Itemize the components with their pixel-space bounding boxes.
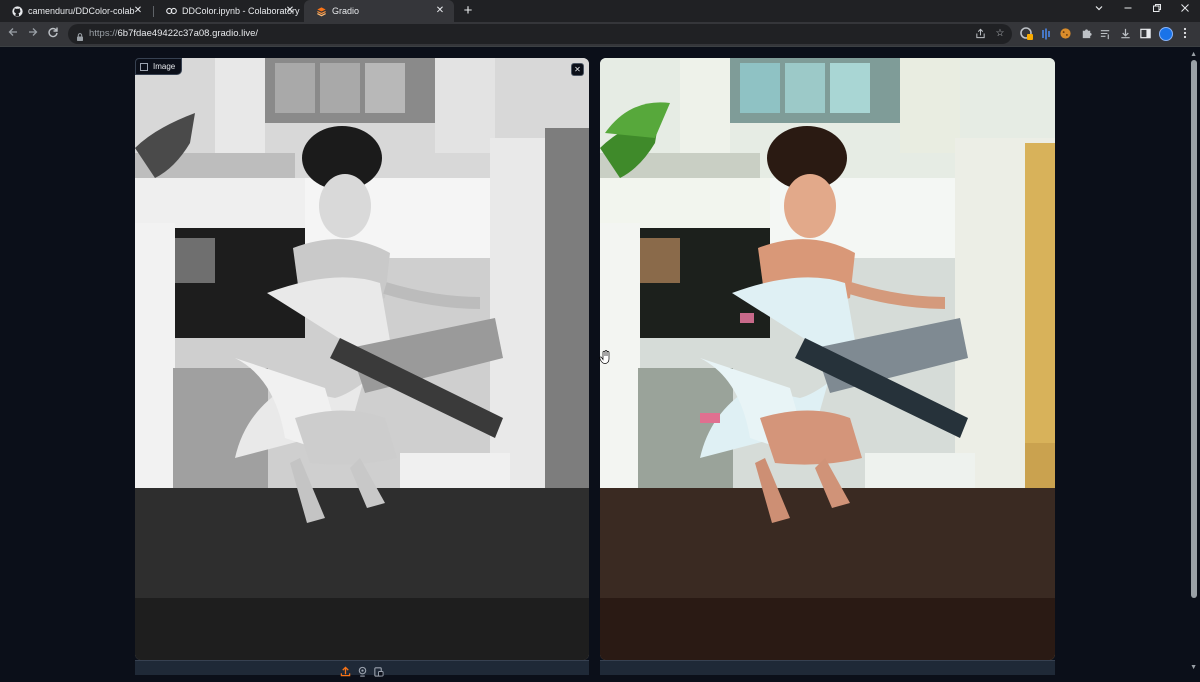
lock-icon[interactable] (75, 29, 85, 41)
clear-image-button[interactable]: ✕ (571, 63, 584, 76)
bookmark-star-icon[interactable]: ☆ (994, 28, 1006, 40)
extension-icon-audio[interactable] (1039, 27, 1053, 41)
hand-cursor-icon (599, 350, 611, 364)
tab-search-icon[interactable] (1084, 0, 1114, 22)
extension-icon-badge[interactable] (1020, 27, 1034, 41)
url-text: https://6b7fdae49422c37a08.gradio.live/ (89, 28, 259, 39)
output-footer-bar (600, 660, 1055, 675)
webcam-icon[interactable] (357, 664, 368, 677)
tab-strip: camenduru/DDColor-colab ✕ DDColor.ipynb … (0, 0, 1200, 22)
grayscale-photo (135, 58, 589, 660)
minimize-button[interactable] (1113, 0, 1143, 22)
forward-button[interactable] (25, 26, 41, 42)
image-icon (140, 62, 148, 71)
profile-avatar[interactable] (1159, 27, 1173, 41)
scroll-up-arrow-icon[interactable]: ▲ (1190, 51, 1197, 58)
close-tab-icon[interactable]: ✕ (132, 5, 144, 17)
tab-gradio[interactable]: Gradio ✕ (304, 0, 454, 22)
image-label-chip: Image (135, 58, 183, 75)
tab-title: Gradio (332, 6, 360, 16)
upload-icon[interactable] (340, 664, 351, 677)
address-bar[interactable]: https://6b7fdae49422c37a08.gradio.live/ … (68, 24, 1012, 44)
more-menu-icon[interactable] (1178, 27, 1192, 41)
close-tab-icon[interactable]: ✕ (434, 5, 446, 17)
tab-title: camenduru/DDColor-colab (28, 6, 135, 16)
colorized-photo (600, 58, 1055, 660)
gradio-icon (316, 6, 327, 17)
browser-toolbar: https://6b7fdae49422c37a08.gradio.live/ … (0, 22, 1200, 46)
clipboard-icon[interactable] (373, 664, 384, 677)
scrollbar-thumb[interactable] (1191, 60, 1197, 598)
tab-colab[interactable]: DDColor.ipynb - Colaboratory ✕ (154, 0, 304, 22)
back-button[interactable] (5, 26, 21, 42)
scroll-down-arrow-icon[interactable]: ▼ (1190, 664, 1197, 671)
side-panel-icon[interactable] (1138, 27, 1152, 41)
share-icon[interactable] (974, 28, 986, 40)
new-tab-button[interactable]: + (460, 3, 476, 19)
tab-title: DDColor.ipynb - Colaboratory (182, 6, 300, 16)
reading-list-icon[interactable] (1098, 27, 1112, 41)
colab-icon (166, 6, 177, 17)
tab-github[interactable]: camenduru/DDColor-colab ✕ (0, 0, 152, 22)
extensions-puzzle-icon[interactable] (1079, 27, 1093, 41)
image-label: Image (153, 62, 176, 71)
close-tab-icon[interactable]: ✕ (284, 5, 296, 17)
github-icon (12, 5, 23, 17)
reload-button[interactable] (45, 26, 61, 42)
download-icon[interactable] (1118, 27, 1132, 41)
close-window-button[interactable] (1170, 0, 1200, 22)
input-image-preview[interactable] (135, 58, 589, 660)
restore-button[interactable] (1142, 0, 1172, 22)
extension-icon-cookie[interactable] (1058, 27, 1072, 41)
output-image-preview[interactable] (600, 58, 1055, 660)
